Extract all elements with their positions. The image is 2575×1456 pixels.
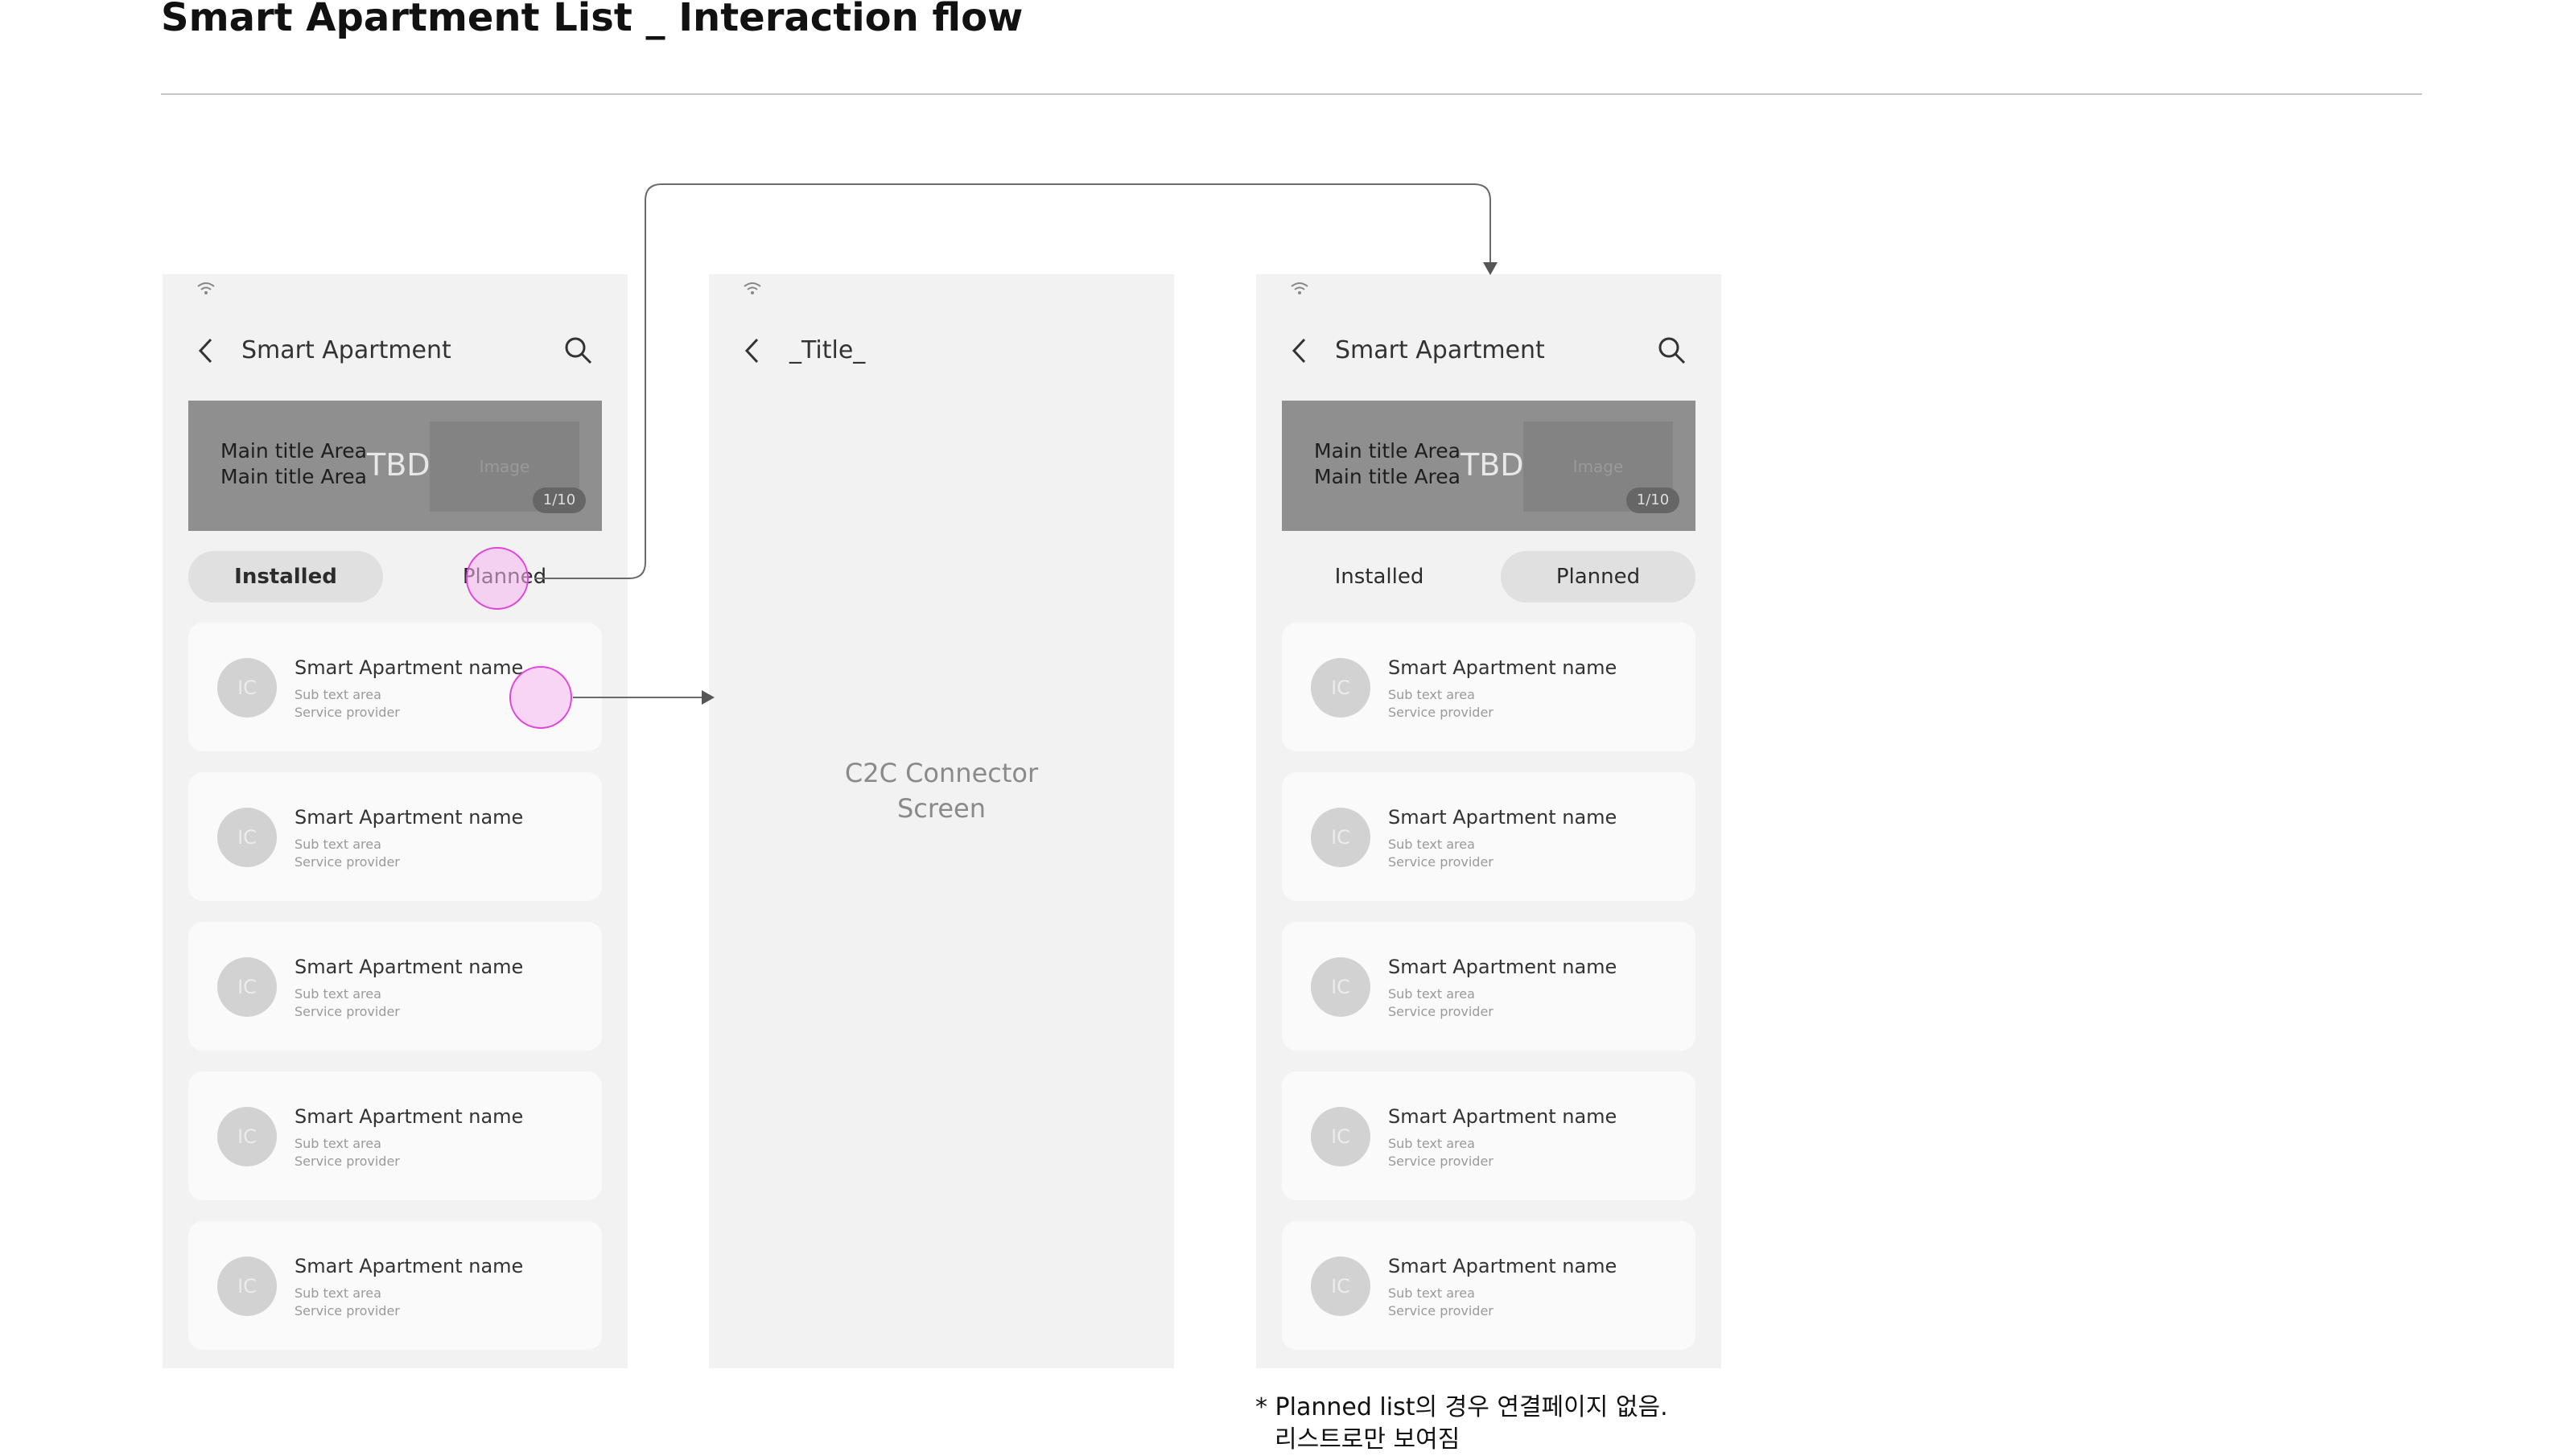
list-item: IC Smart Apartment name Sub text area Se… (1282, 623, 1695, 751)
item-name: Smart Apartment name (1388, 1255, 1617, 1277)
item-provider: Service provider (295, 854, 400, 870)
header-title: Smart Apartment (1335, 336, 1545, 364)
item-name: Smart Apartment name (1388, 656, 1617, 679)
item-name: Smart Apartment name (1388, 956, 1617, 978)
item-provider: Service provider (1388, 1154, 1494, 1169)
header-title: _Title_ (789, 336, 866, 364)
tab-installed[interactable]: Installed (1282, 551, 1477, 603)
banner-image-label: Image (1572, 457, 1624, 476)
note-line: 리스트로만 보여짐 (1275, 1425, 1461, 1454)
c2c-placeholder-text: C2C Connector Screen (709, 755, 1174, 826)
item-subtext: Sub text area (295, 1136, 381, 1151)
list-item: IC Smart Apartment name Sub text area Se… (1282, 1221, 1695, 1350)
item-icon-placeholder: IC (217, 1257, 277, 1316)
item-icon-placeholder: IC (217, 1107, 277, 1166)
item-name: Smart Apartment name (295, 806, 524, 829)
list-item[interactable]: IC Smart Apartment name Sub text area Se… (188, 922, 602, 1051)
item-name: Smart Apartment name (1388, 1105, 1617, 1128)
list-item: IC Smart Apartment name Sub text area Se… (1282, 772, 1695, 901)
banner-title-line: Main title Area (220, 465, 367, 488)
screen-list-installed: Smart Apartment Main title Area Main tit… (163, 274, 628, 1368)
search-icon[interactable] (1657, 335, 1687, 366)
header-title: Smart Apartment (241, 336, 451, 364)
item-name: Smart Apartment name (295, 656, 524, 679)
flow-arrowhead-planned (1483, 262, 1498, 275)
back-arrow-icon[interactable] (1290, 337, 1309, 364)
item-provider: Service provider (1388, 1303, 1494, 1318)
banner-page-indicator: 1/10 (533, 487, 586, 513)
banner-title-line: Main title Area (220, 439, 367, 463)
wifi-icon (197, 282, 215, 294)
item-subtext: Sub text area (1388, 1285, 1475, 1301)
banner[interactable]: Main title Area Main title Area TBD Imag… (188, 401, 602, 531)
search-icon[interactable] (563, 335, 594, 366)
tab-bar: Installed Planned (188, 551, 602, 603)
title-divider (161, 93, 2422, 95)
item-provider: Service provider (295, 1303, 400, 1318)
item-provider: Service provider (1388, 854, 1494, 870)
wifi-icon (1291, 282, 1308, 294)
item-name: Smart Apartment name (295, 956, 524, 978)
item-icon-placeholder: IC (1311, 808, 1370, 867)
banner[interactable]: Main title Area Main title Area TBD Imag… (1282, 401, 1695, 531)
list-item: IC Smart Apartment name Sub text area Se… (1282, 1071, 1695, 1200)
item-provider: Service provider (295, 1154, 400, 1169)
banner-page-indicator: 1/10 (1626, 487, 1679, 513)
tab-installed[interactable]: Installed (188, 551, 383, 603)
app-header: Smart Apartment (1256, 326, 1721, 376)
item-subtext: Sub text area (1388, 837, 1475, 852)
back-arrow-icon[interactable] (196, 337, 216, 364)
item-provider: Service provider (295, 705, 400, 720)
item-subtext: Sub text area (295, 687, 381, 702)
item-icon-placeholder: IC (217, 658, 277, 718)
list-item[interactable]: IC Smart Apartment name Sub text area Se… (188, 1221, 602, 1350)
planned-note: * Planned list의 경우 연결페이지 없음. 리스트로만 보여짐 (1255, 1392, 1668, 1456)
c2c-text-line: C2C Connector (844, 758, 1039, 788)
item-subtext: Sub text area (295, 837, 381, 852)
item-icon-placeholder: IC (1311, 1107, 1370, 1166)
item-name: Smart Apartment name (295, 1105, 524, 1128)
item-subtext: Sub text area (1388, 687, 1475, 702)
app-header: _Title_ (709, 326, 1174, 376)
item-subtext: Sub text area (1388, 1136, 1475, 1151)
list-item[interactable]: IC Smart Apartment name Sub text area Se… (188, 772, 602, 901)
wifi-icon (744, 282, 761, 294)
list-item[interactable]: IC Smart Apartment name Sub text area Se… (188, 1071, 602, 1200)
back-arrow-icon[interactable] (743, 337, 762, 364)
item-provider: Service provider (295, 1004, 400, 1019)
item-icon-placeholder: IC (1311, 1257, 1370, 1316)
screen-list-planned: Smart Apartment Main title Area Main tit… (1256, 274, 1721, 1368)
tab-bar: Installed Planned (1282, 551, 1695, 603)
app-header: Smart Apartment (163, 326, 628, 376)
tap-indicator-list-item (509, 666, 572, 729)
page-title: Smart Apartment List _ Interaction flow (161, 0, 1024, 40)
banner-tbd-label: TBD (367, 447, 431, 483)
item-icon-placeholder: IC (1311, 957, 1370, 1017)
tab-planned[interactable]: Planned (1501, 551, 1695, 603)
item-icon-placeholder: IC (1311, 658, 1370, 718)
note-line: * Planned list의 경우 연결페이지 없음. (1255, 1393, 1668, 1421)
screen-c2c-connector: _Title_ C2C Connector Screen (709, 274, 1174, 1368)
banner-image-label: Image (479, 457, 530, 476)
item-icon-placeholder: IC (217, 808, 277, 867)
item-name: Smart Apartment name (1388, 806, 1617, 829)
item-icon-placeholder: IC (217, 957, 277, 1017)
list-item: IC Smart Apartment name Sub text area Se… (1282, 922, 1695, 1051)
item-subtext: Sub text area (295, 986, 381, 1002)
banner-tbd-label: TBD (1461, 447, 1524, 483)
item-provider: Service provider (1388, 705, 1494, 720)
tap-indicator-planned-tab (466, 547, 529, 610)
banner-title-line: Main title Area (1314, 439, 1461, 463)
banner-title-line: Main title Area (1314, 465, 1461, 488)
item-subtext: Sub text area (1388, 986, 1475, 1002)
item-subtext: Sub text area (295, 1285, 381, 1301)
item-provider: Service provider (1388, 1004, 1494, 1019)
item-name: Smart Apartment name (295, 1255, 524, 1277)
c2c-text-line: Screen (896, 793, 986, 824)
